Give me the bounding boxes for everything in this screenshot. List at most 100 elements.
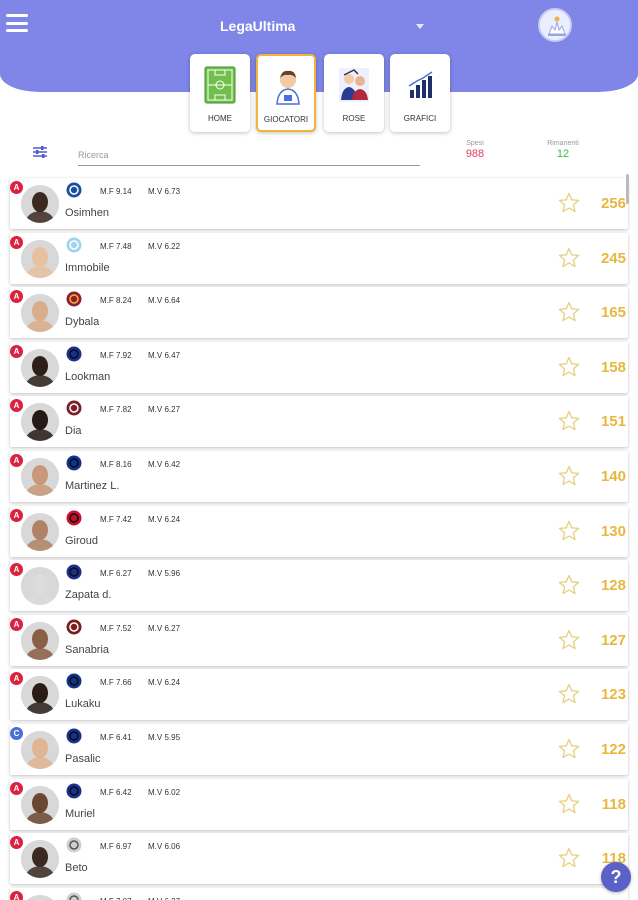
player-price: 256 [600,195,626,212]
favorite-star-icon[interactable] [557,246,581,270]
atalanta-crest-icon [66,346,82,362]
player-row[interactable]: A M.F 7.82 M.V 6.27 Dia 151 [10,396,628,448]
player-price: 245 [600,249,626,267]
player-row[interactable]: AM.F 7.07M.V 6.37 [10,887,628,900]
vote-average: M.V 6.27 [148,623,181,633]
player-price: 130 [600,522,626,540]
favorite-star-icon[interactable] [557,737,581,761]
player-row[interactable]: A M.F 8.16 M.V 6.42 Martinez L. 140 [10,451,628,502]
udinese-crest-icon [66,892,82,900]
player-photo [21,294,59,333]
atalanta-crest-icon [66,728,82,744]
player-row[interactable]: C M.F 6.41 M.V 5.95 Pasalic 122 [10,724,628,775]
milan-crest-icon [66,510,82,526]
player-row[interactable]: A M.F 7.52 M.V 6.27 Sanabria 127 [10,614,628,666]
team-roster-icon [339,68,369,102]
player-name: Lookman [65,370,111,383]
favorite-star-icon[interactable] [557,355,581,379]
player-name: Zapata d. [65,589,112,602]
fanta-average: M.F 8.16 [100,460,132,469]
udinese-crest-icon [66,837,82,853]
player-name: Osimhen [65,207,110,219]
nav-tile-grafici[interactable]: GRAFICI [390,54,450,132]
list-scrollbar[interactable] [626,174,629,204]
player-name: Giroud [65,534,99,547]
favorite-star-icon[interactable] [557,846,581,870]
favorite-star-icon[interactable] [557,682,581,706]
fanta-average: M.F 7.92 [100,350,132,360]
player-row[interactable]: A M.F 7.48 M.V 6.22 Immobile 245 [10,232,628,284]
player-row[interactable]: A M.F 7.66 M.V 6.24 Lukaku 123 [10,669,628,721]
player-price: 158 [600,358,626,376]
favorite-star-icon[interactable] [557,409,581,433]
fanta-average: M.F 7.82 [100,405,132,415]
favorite-star-icon[interactable] [557,464,581,488]
favorite-star-icon[interactable] [557,519,581,543]
rimanenti-stat: Rimanenti 12 [538,140,588,160]
vote-average: M.V 6.24 [148,678,181,688]
player-avatar-icon [276,70,300,105]
favorite-star-icon[interactable] [557,628,581,652]
favorite-star-icon[interactable] [557,792,581,816]
nav-tile-home[interactable]: HOME [190,54,250,132]
player-price: 127 [600,631,626,649]
role-badge: A [10,781,23,795]
player-row[interactable]: A M.F 6.97 M.V 6.06 Beto 118 [10,833,628,885]
player-photo [21,458,59,496]
player-photo [21,239,59,278]
vote-average: M.V 6.06 [148,842,181,852]
role-badge: A [10,890,23,900]
player-row[interactable]: A M.F 8.24 M.V 6.64 Dybala 165 [10,287,628,339]
rimanenti-label: Rimanenti [547,140,579,147]
vote-average: M.V 5.96 [148,569,181,579]
favorite-star-icon[interactable] [557,300,581,324]
inter-crest-icon [66,673,82,689]
fanta-average: M.F 7.42 [100,514,132,524]
player-name: Beto [65,862,88,875]
role-badge: C [10,727,23,740]
nav-tile-rose[interactable]: ROSE [324,54,384,132]
favorite-star-icon[interactable] [557,191,581,215]
role-badge: A [10,399,23,413]
hamburger-menu-icon[interactable] [6,14,28,32]
player-price: 165 [600,304,626,322]
role-badge: A [10,290,23,304]
role-badge: A [10,508,23,522]
nav-label-grafici: GRAFICI [403,114,437,123]
role-badge: A [10,454,23,467]
league-selector[interactable]: LegaUltima [200,16,440,40]
nav-tile-giocatori[interactable]: GIOCATORI [256,54,316,132]
filter-sliders-icon[interactable] [32,144,48,160]
fanta-average: M.F 8.24 [100,296,132,306]
league-title: LegaUltima [220,18,296,34]
rimanenti-value: 12 [556,148,570,160]
player-row[interactable]: A M.F 9.14 M.V 6.73 Osimhen 256 [10,178,628,229]
player-photo [21,731,59,769]
player-name: Martinez L. [65,480,120,492]
player-name: Dybala [65,316,100,329]
player-name: Lukaku [65,698,101,711]
app-screen: LegaUltima HOME GIOCATORI ROSE GRAFICI R… [0,0,638,900]
inter-crest-icon [66,455,82,471]
player-row[interactable]: A M.F 7.92 M.V 6.47 Lookman 158 [10,341,628,393]
search-input[interactable] [78,144,420,166]
vote-average: M.V 6.42 [148,460,181,469]
player-row[interactable]: A M.F 6.42 M.V 6.02 Muriel 118 [10,778,628,830]
league-logo[interactable] [538,8,572,42]
vote-average: M.V 6.02 [148,787,181,797]
favorite-star-icon[interactable] [557,573,581,597]
main-nav: HOME GIOCATORI ROSE GRAFICI [0,54,638,134]
football-pitch-icon [204,66,236,104]
fanta-average: M.F 7.52 [100,623,132,633]
vote-average: M.V 6.64 [148,296,181,306]
player-photo [21,512,59,551]
role-badge: A [10,563,23,577]
player-row[interactable]: A M.F 6.27 M.V 5.96 Zapata d. 128 [10,560,628,612]
player-price: 128 [600,577,626,595]
fanta-average: M.F 7.48 [100,241,132,251]
player-row[interactable]: A M.F 7.42 M.V 6.24 Giroud 130 [10,505,628,557]
player-price: 140 [600,468,626,485]
help-button[interactable]: ? [601,862,631,892]
fanta-average: M.F 6.97 [100,842,132,852]
player-name: Muriel [65,807,95,820]
